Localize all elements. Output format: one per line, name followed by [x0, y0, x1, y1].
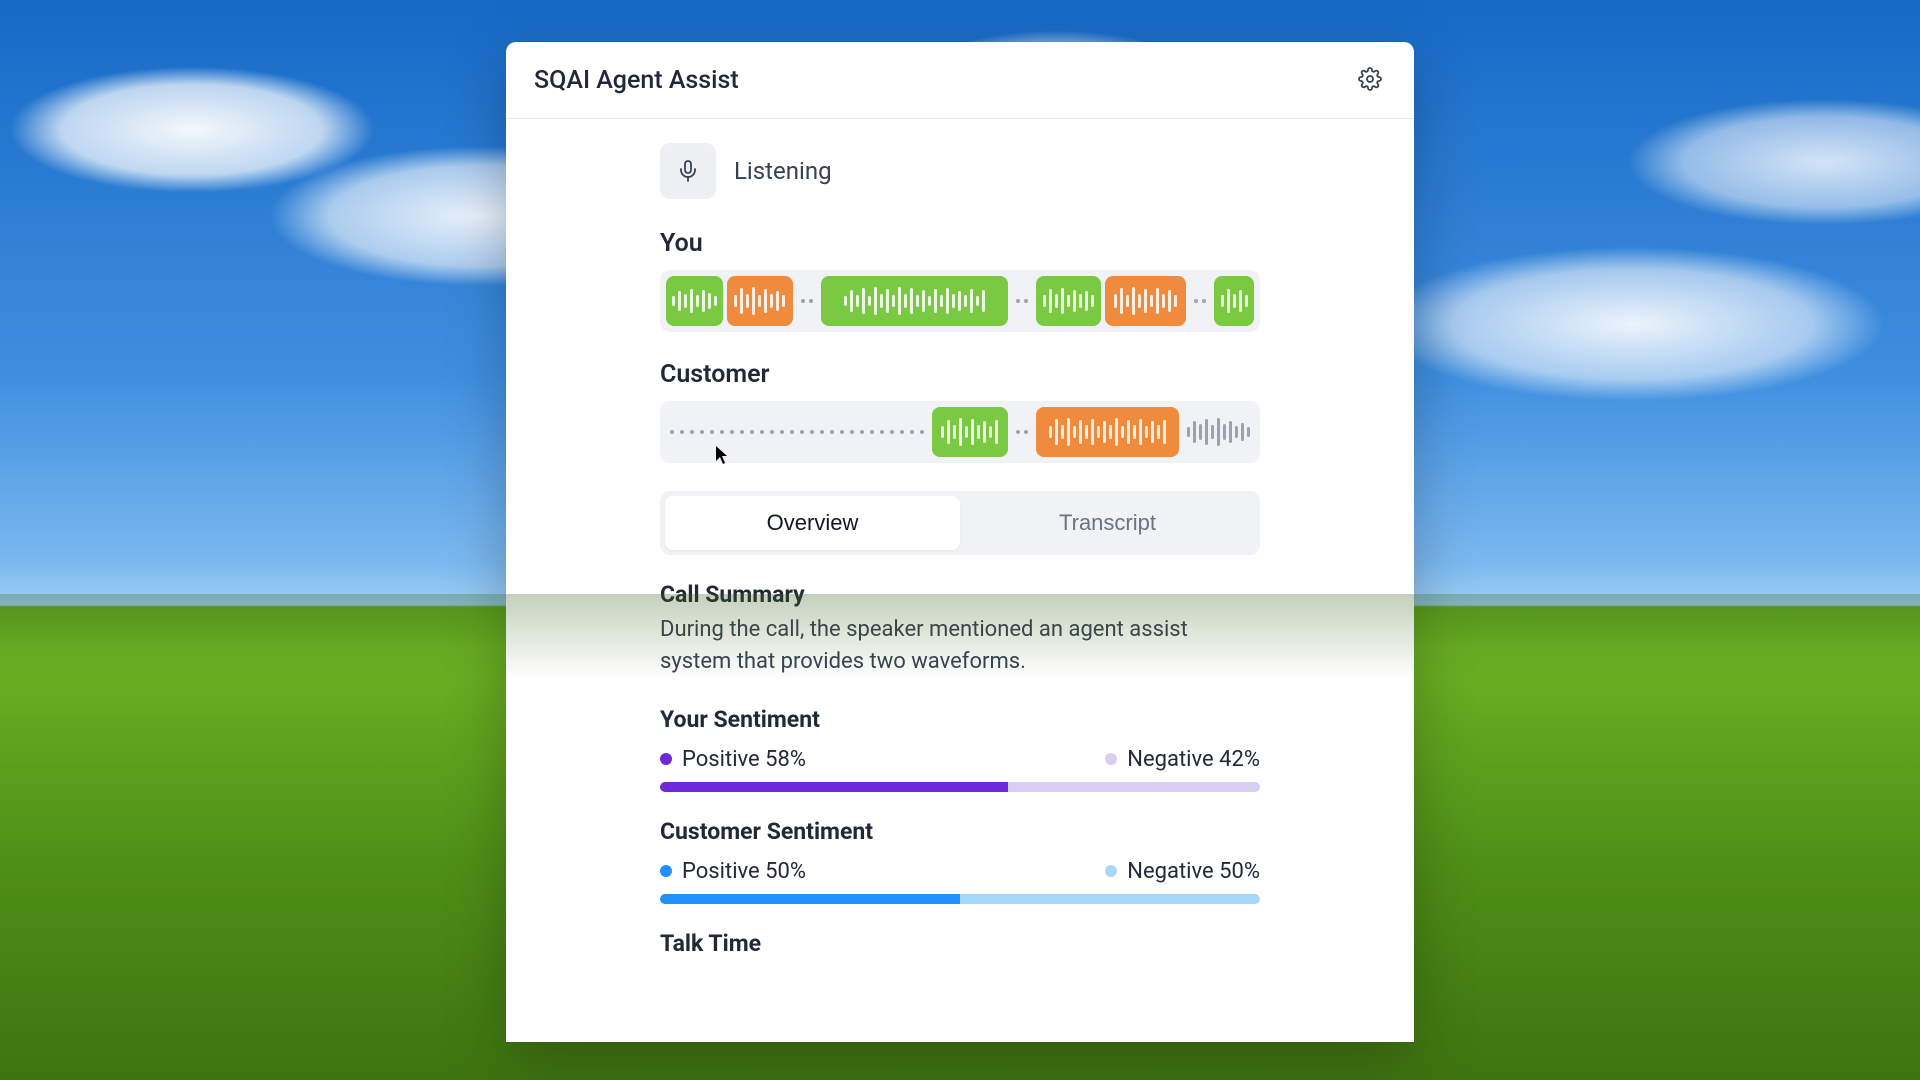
- speech-segment[interactable]: [821, 276, 1008, 326]
- segment-break: [1190, 299, 1210, 303]
- customer-waveform-track[interactable]: [660, 401, 1260, 463]
- app-title: SQAI Agent Assist: [534, 66, 739, 95]
- speech-segment[interactable]: [1036, 276, 1102, 326]
- waveform-tail: [1183, 418, 1254, 446]
- tabs: Overview Transcript: [660, 491, 1260, 555]
- segment-break: [797, 299, 817, 303]
- customer-track-label: Customer: [660, 360, 1260, 389]
- agent-assist-window: SQAI Agent Assist: [506, 42, 1414, 1042]
- swatch-icon: [660, 865, 672, 877]
- your-sentiment-positive-legend: Positive 58%: [660, 747, 806, 772]
- gear-icon: [1358, 67, 1382, 94]
- your-sentiment-title: Your Sentiment: [660, 706, 1260, 733]
- speech-segment[interactable]: [1214, 276, 1254, 326]
- segment-break: [1012, 430, 1032, 434]
- customer-sentiment-negative-label: Negative 50%: [1127, 859, 1260, 884]
- listening-status: Listening: [660, 143, 1260, 199]
- desktop-wallpaper: SQAI Agent Assist: [0, 0, 1920, 1080]
- mic-icon: [660, 143, 716, 199]
- your-sentiment-negative-legend: Negative 42%: [1105, 747, 1260, 772]
- sentiment-negative-segment: [960, 894, 1260, 904]
- sentiment-positive-segment: [660, 782, 1008, 792]
- your-sentiment-block: Your Sentiment Positive 58% Negative 42%: [660, 706, 1260, 792]
- speech-segment[interactable]: [727, 276, 793, 326]
- call-summary-title: Call Summary: [660, 581, 1260, 608]
- customer-sentiment-title: Customer Sentiment: [660, 818, 1260, 845]
- silence-segment: [666, 430, 928, 434]
- you-waveform-track[interactable]: [660, 270, 1260, 332]
- your-sentiment-bar: [660, 782, 1260, 792]
- customer-sentiment-positive-label: Positive 50%: [682, 859, 806, 884]
- customer-sentiment-negative-legend: Negative 50%: [1105, 859, 1260, 884]
- listening-label: Listening: [734, 157, 832, 185]
- tab-overview[interactable]: Overview: [665, 496, 960, 550]
- speech-segment[interactable]: [1105, 276, 1186, 326]
- talk-time-title: Talk Time: [660, 930, 1260, 957]
- settings-button[interactable]: [1354, 64, 1386, 96]
- swatch-icon: [1105, 753, 1117, 765]
- speech-segment[interactable]: [1036, 407, 1179, 457]
- speech-segment[interactable]: [932, 407, 1008, 457]
- swatch-icon: [1105, 865, 1117, 877]
- swatch-icon: [660, 753, 672, 765]
- call-summary-text: During the call, the speaker mentioned a…: [660, 614, 1260, 678]
- sentiment-positive-segment: [660, 894, 960, 904]
- customer-sentiment-block: Customer Sentiment Positive 50% Negative…: [660, 818, 1260, 904]
- your-sentiment-negative-label: Negative 42%: [1127, 747, 1260, 772]
- sentiment-negative-segment: [1008, 782, 1260, 792]
- tab-transcript[interactable]: Transcript: [960, 496, 1255, 550]
- app-header: SQAI Agent Assist: [506, 42, 1414, 119]
- segment-break: [1012, 299, 1032, 303]
- customer-sentiment-bar: [660, 894, 1260, 904]
- your-sentiment-positive-label: Positive 58%: [682, 747, 806, 772]
- speech-segment[interactable]: [666, 276, 723, 326]
- app-body: Listening You Customer Overview Transcri…: [506, 119, 1414, 957]
- you-track-label: You: [660, 229, 1260, 258]
- customer-sentiment-positive-legend: Positive 50%: [660, 859, 806, 884]
